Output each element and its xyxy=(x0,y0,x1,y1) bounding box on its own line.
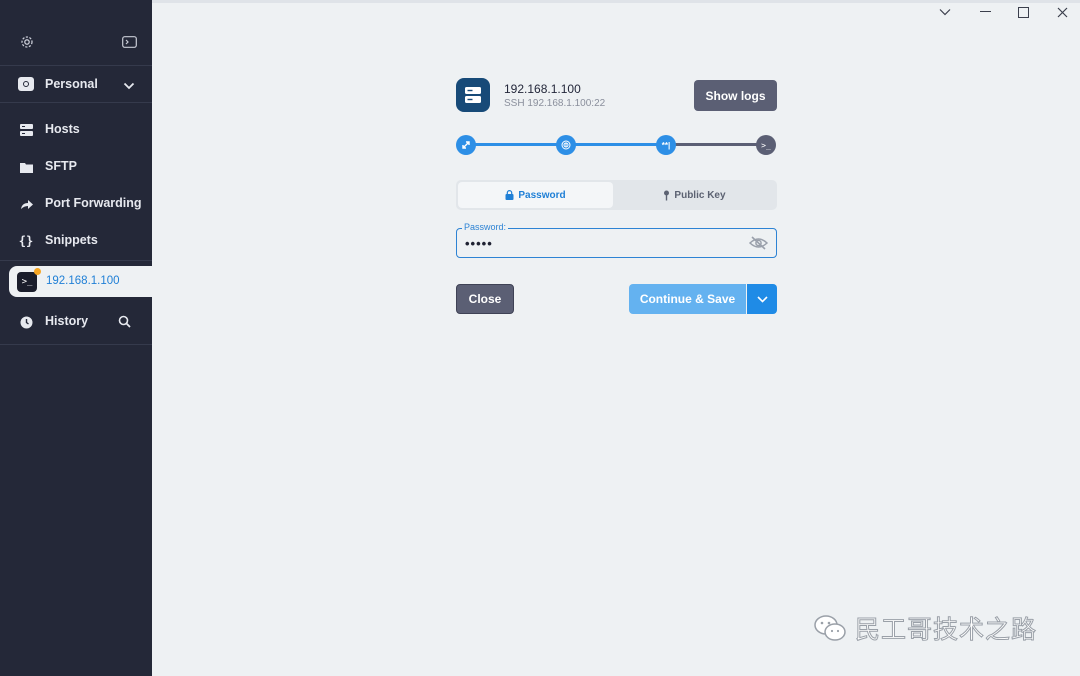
continue-save-button[interactable]: Continue & Save xyxy=(629,284,746,314)
progress-bar-pending xyxy=(666,143,766,146)
sidebar-top xyxy=(0,0,152,66)
connect-icon xyxy=(456,135,476,155)
lock-icon xyxy=(505,190,514,200)
close-button[interactable]: Close xyxy=(456,284,514,314)
clock-icon xyxy=(18,314,34,330)
server-icon xyxy=(456,78,490,112)
tab-active-host[interactable]: >_ 192.168.1.100 xyxy=(9,266,159,297)
sidebar: Personal Hosts SFTP Port Forwarding {} S… xyxy=(0,0,152,676)
divider xyxy=(0,344,152,345)
sidebar-item-snippets[interactable]: {} Snippets xyxy=(0,222,152,259)
show-logs-button[interactable]: Show logs xyxy=(694,80,777,111)
wechat-logo-icon xyxy=(813,613,847,643)
terminal-icon: >_ xyxy=(756,135,776,155)
auth-method-tabs: Password Public Key xyxy=(456,180,777,210)
hosts-icon xyxy=(18,122,34,138)
vault-icon xyxy=(18,77,34,91)
folder-icon xyxy=(18,159,34,175)
tab-label: Public Key xyxy=(674,189,726,201)
braces-icon: {} xyxy=(18,234,34,248)
password-value[interactable]: ••••• xyxy=(465,236,493,251)
password-field[interactable] xyxy=(456,228,777,258)
tab-password[interactable]: Password xyxy=(458,182,613,208)
fingerprint-icon xyxy=(556,135,576,155)
minimize-icon[interactable] xyxy=(977,4,993,20)
tab-public-key[interactable]: Public Key xyxy=(614,182,775,208)
host-subtitle: SSH 192.168.1.100:22 xyxy=(504,98,606,109)
sidebar-item-label: Snippets xyxy=(45,233,98,247)
password-icon: **| xyxy=(656,135,676,155)
eye-off-icon[interactable] xyxy=(748,234,768,252)
sidebar-item-label: Port Forwarding xyxy=(45,196,142,210)
watermark-text: 民工哥技术之路 xyxy=(854,615,1038,645)
title-bar xyxy=(152,0,1080,3)
terminal-icon[interactable] xyxy=(120,33,138,51)
sidebar-item-hosts[interactable]: Hosts xyxy=(0,111,152,148)
status-badge xyxy=(34,268,41,275)
password-field-label: Password: xyxy=(462,222,509,232)
host-title: 192.168.1.100 xyxy=(504,82,581,96)
sidebar-item-port-forwarding[interactable]: Port Forwarding xyxy=(0,185,152,222)
key-icon xyxy=(663,190,670,201)
sidebar-item-label: Hosts xyxy=(45,122,80,136)
divider xyxy=(0,260,152,261)
maximize-icon[interactable] xyxy=(1015,4,1031,20)
terminal-icon: >_ xyxy=(17,272,37,292)
chevron-down-icon xyxy=(756,295,768,303)
tab-label: Password xyxy=(518,189,566,201)
sidebar-item-label: History xyxy=(45,314,89,328)
chevron-down-icon[interactable] xyxy=(937,4,953,20)
vault-selector[interactable]: Personal xyxy=(0,66,152,103)
vault-label: Personal xyxy=(45,77,98,91)
sidebar-item-label: SFTP xyxy=(45,159,77,173)
search-icon[interactable] xyxy=(118,315,131,331)
sidebar-item-sftp[interactable]: SFTP xyxy=(0,148,152,185)
close-icon[interactable] xyxy=(1054,4,1070,20)
gear-icon[interactable] xyxy=(18,33,36,51)
chevron-down-icon xyxy=(123,78,135,96)
sidebar-item-history[interactable]: History xyxy=(0,303,152,340)
save-options-dropdown[interactable] xyxy=(747,284,777,314)
watermark: 民工哥技术之路 xyxy=(813,610,1037,646)
tab-label: 192.168.1.100 xyxy=(46,275,120,287)
forward-arrow-icon xyxy=(18,196,34,212)
